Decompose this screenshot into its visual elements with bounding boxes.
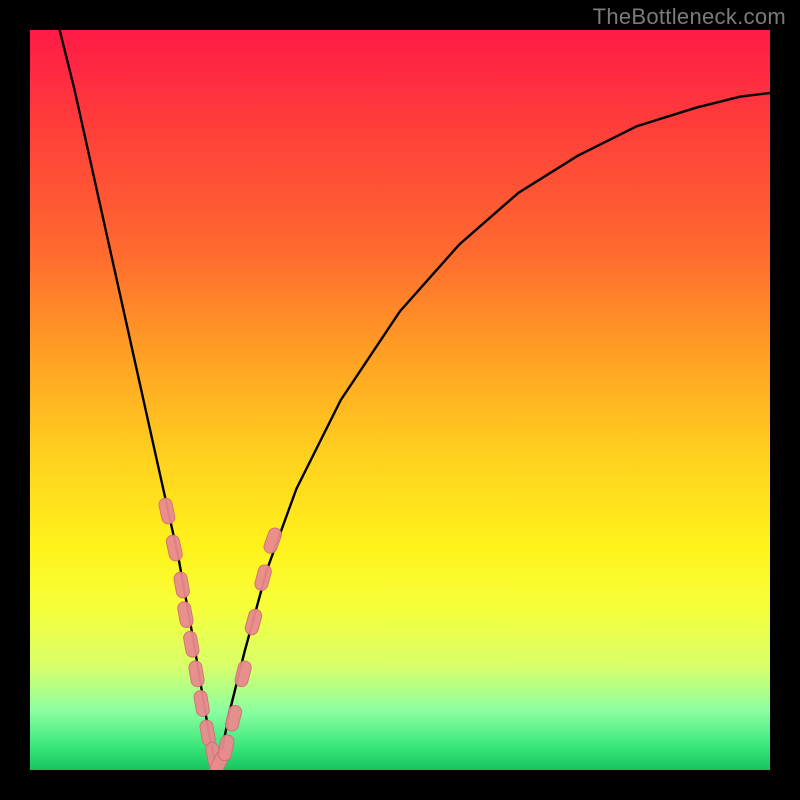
watermark-text: TheBottleneck.com: [593, 4, 786, 30]
chart-stage: TheBottleneck.com: [0, 0, 800, 800]
highlight-marker: [165, 534, 183, 562]
highlight-marker: [193, 690, 210, 718]
highlight-marker: [158, 497, 176, 525]
bottleneck-curve: [60, 30, 770, 763]
highlight-marker: [262, 526, 283, 555]
highlight-marker: [244, 608, 263, 637]
highlight-marker: [183, 630, 200, 658]
curve-path: [60, 30, 770, 763]
plot-area: [30, 30, 770, 770]
marker-layer: [158, 497, 284, 770]
highlight-marker: [224, 704, 243, 732]
highlight-marker: [177, 601, 194, 629]
highlight-marker: [217, 734, 235, 762]
highlight-marker: [173, 571, 190, 599]
highlight-marker: [188, 660, 205, 688]
chart-svg: [30, 30, 770, 770]
highlight-marker: [234, 660, 253, 688]
highlight-marker: [253, 563, 272, 592]
